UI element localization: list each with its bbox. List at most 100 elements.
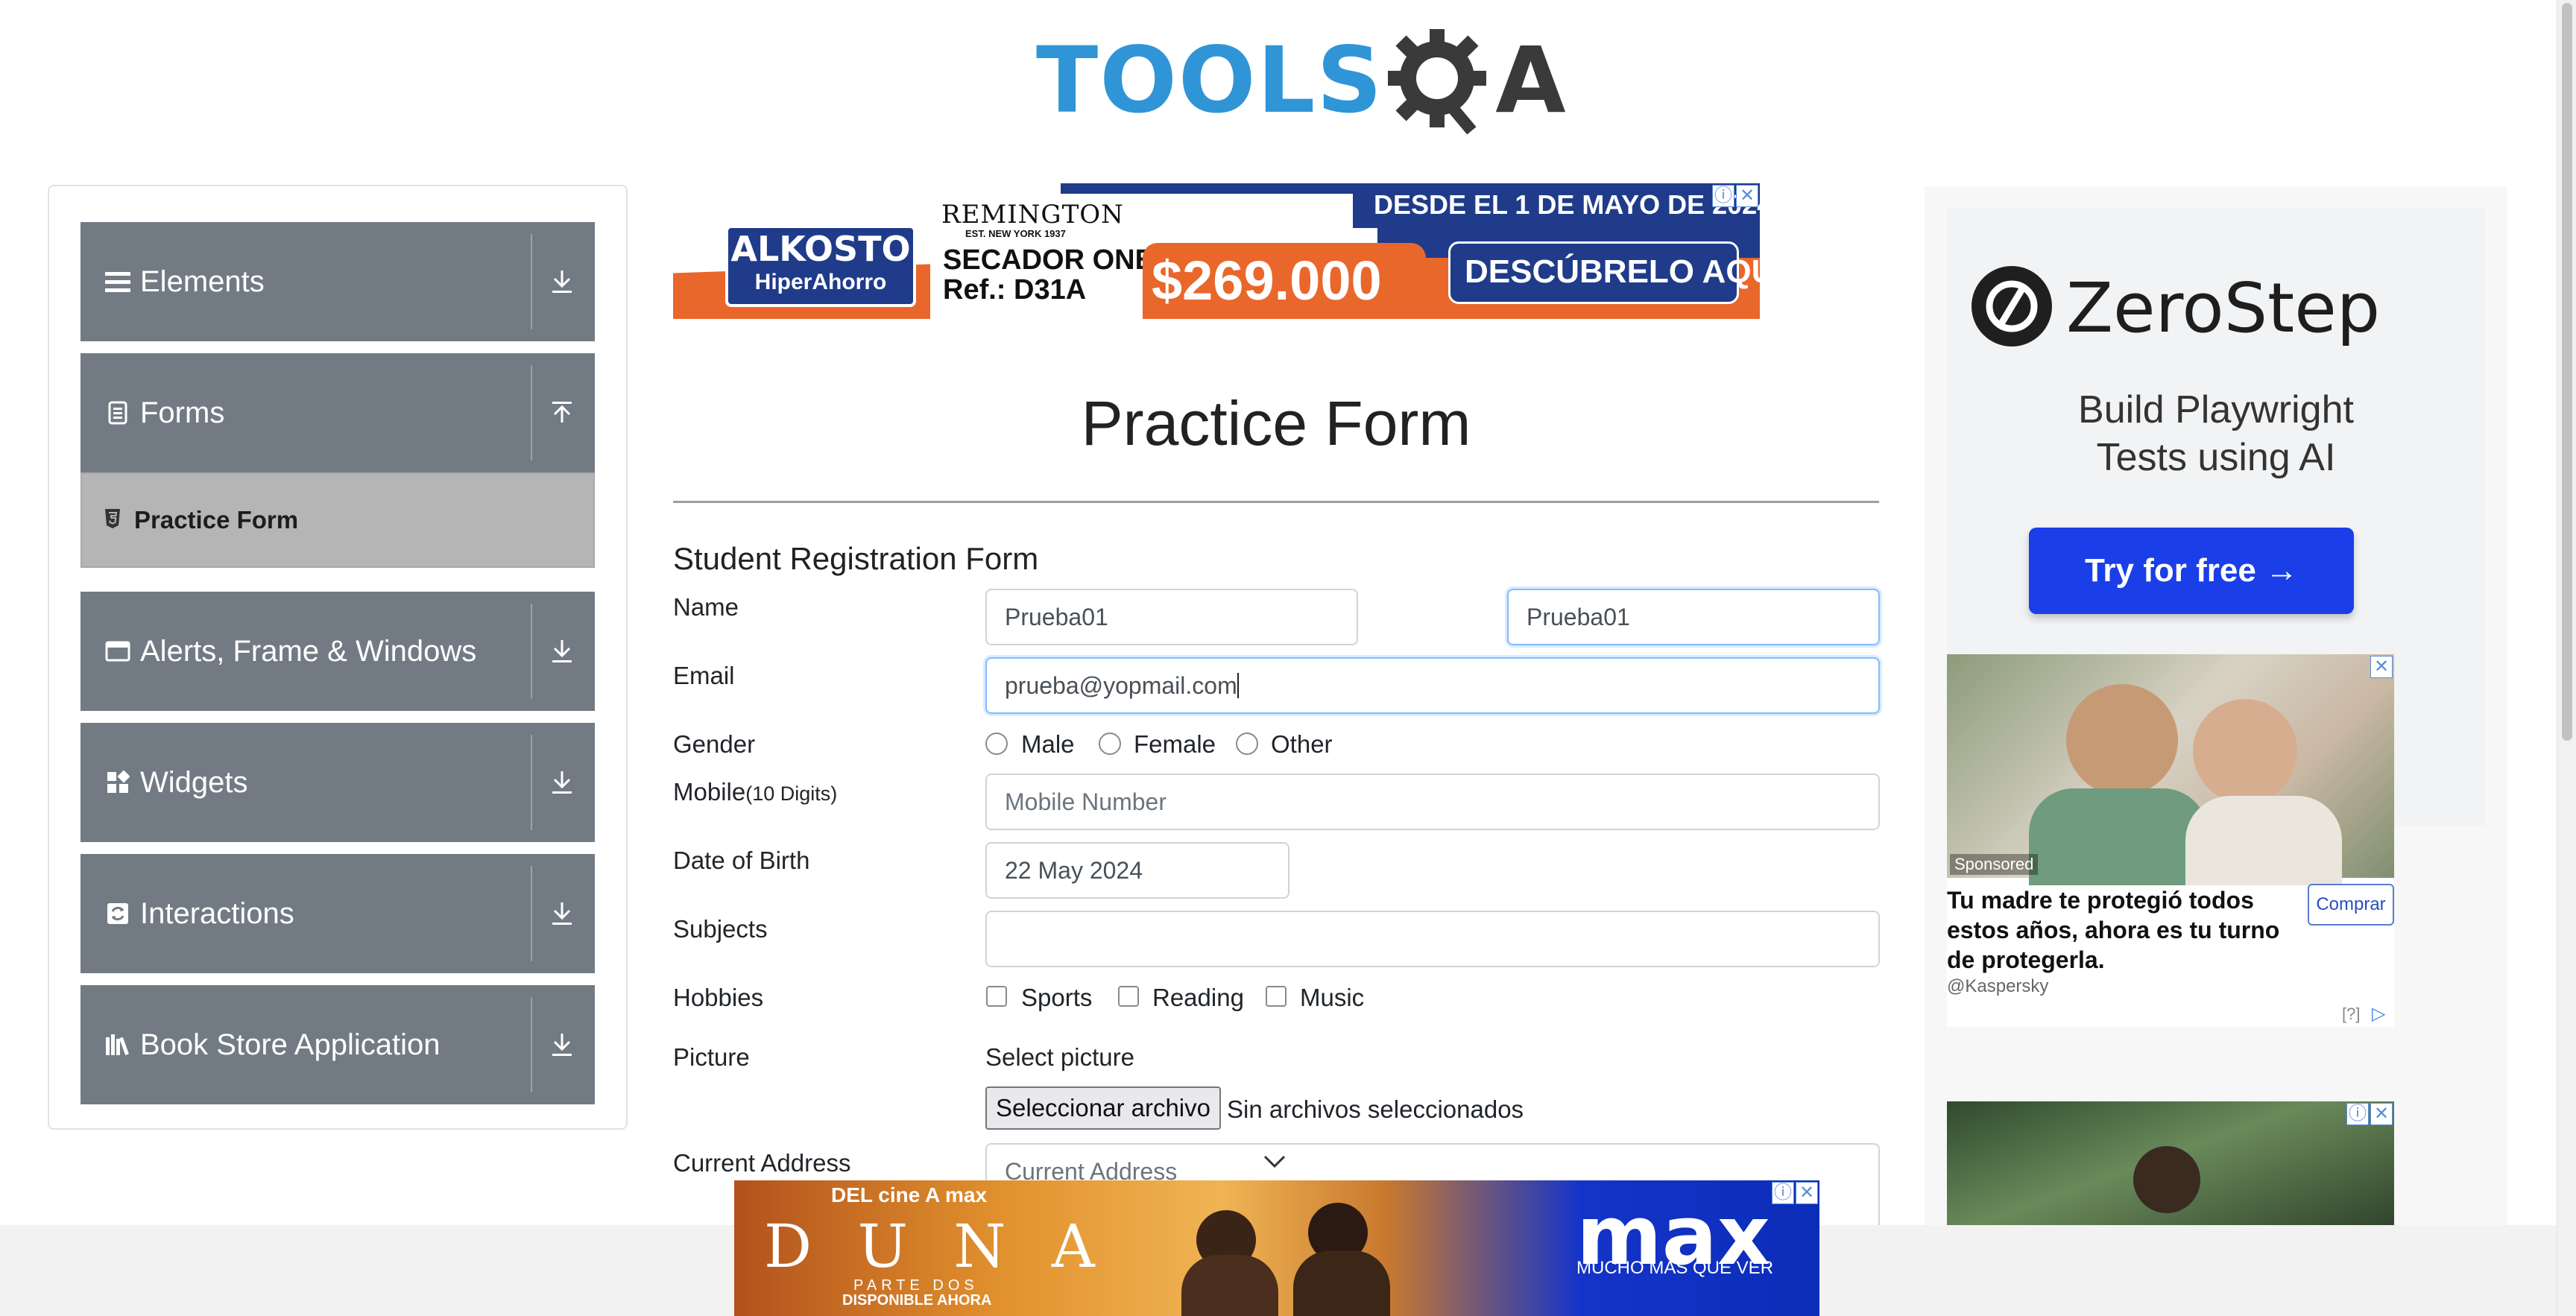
gender-option-label[interactable]: Male bbox=[1021, 730, 1075, 759]
divider bbox=[531, 997, 532, 1092]
sidebar-group-label: Alerts, Frame & Windows bbox=[140, 634, 477, 668]
ad-close-icon[interactable]: ✕ bbox=[2370, 656, 2393, 678]
sidebar-group-label: Interactions bbox=[140, 896, 294, 930]
ad-cta[interactable]: DESCÚBRELO AQUÍ bbox=[1465, 253, 1760, 291]
dob-input[interactable]: 22 May 2024 bbox=[985, 842, 1289, 899]
zerostep-cta-button[interactable]: Try for free → bbox=[2029, 528, 2354, 614]
sidebar: Elements Forms Practice Form Alerts, Fra… bbox=[48, 185, 628, 1130]
divider bbox=[531, 604, 532, 699]
download-arrow-icon[interactable] bbox=[540, 1022, 584, 1067]
ad-info-icon[interactable]: ⓘ bbox=[1772, 1182, 1794, 1204]
window-icon bbox=[103, 636, 133, 666]
zerostep-tagline-2: Tests using AI bbox=[2096, 436, 2336, 479]
chevron-down-icon bbox=[1263, 1154, 1287, 1174]
download-arrow-icon[interactable] bbox=[540, 259, 584, 304]
ad-product-ref: Ref.: D31A bbox=[943, 274, 1087, 306]
sidebar-group-widgets[interactable]: Widgets bbox=[80, 723, 595, 842]
ad-price: $269.000 bbox=[1152, 250, 1382, 311]
hobby-checkbox-reading[interactable] bbox=[1118, 986, 1139, 1007]
max-slogan: MUCHO MÁS QUE VER bbox=[1576, 1258, 1774, 1278]
form-title: Student Registration Form bbox=[673, 541, 1039, 576]
picture-label: Picture bbox=[673, 1043, 750, 1071]
sidebar-group-elements[interactable]: Elements bbox=[80, 222, 595, 341]
ad-remington: REMINGTON bbox=[941, 200, 1124, 230]
ad-product: SECADOR ONE bbox=[943, 244, 1154, 276]
bottom-banner-ad[interactable]: DEL cine A max D U N A PARTE DOS DISPONI… bbox=[734, 1180, 1819, 1316]
toolsqa-logo[interactable]: TOOLS A bbox=[1036, 21, 1566, 140]
divider bbox=[531, 866, 532, 961]
kaspersky-buy-button[interactable]: Comprar bbox=[2308, 884, 2394, 926]
subjects-label: Subjects bbox=[673, 915, 768, 943]
download-arrow-icon[interactable] bbox=[540, 760, 584, 805]
mobile-placeholder: Mobile Number bbox=[1005, 788, 1167, 815]
mobile-label-text: Mobile bbox=[673, 778, 746, 806]
scrollbar-thumb[interactable] bbox=[2562, 3, 2572, 741]
kaspersky-advertiser: @Kaspersky bbox=[1947, 976, 2049, 996]
ad-info-icon[interactable]: ⓘ bbox=[2346, 1103, 2369, 1125]
sidebar-group-alerts-frame-windows[interactable]: Alerts, Frame & Windows bbox=[80, 592, 595, 711]
hobby-checkbox-music[interactable] bbox=[1266, 986, 1287, 1007]
gender-radio-other[interactable] bbox=[1236, 733, 1258, 755]
page-scrollbar[interactable] bbox=[2557, 0, 2576, 1316]
ad-info-text[interactable]: [?] bbox=[2342, 1005, 2360, 1024]
last-name-input[interactable]: Prueba01 bbox=[1507, 589, 1880, 645]
gender-option-label[interactable]: Other bbox=[1271, 730, 1333, 759]
hamburger-icon bbox=[103, 267, 133, 297]
download-arrow-icon[interactable] bbox=[540, 629, 584, 674]
gender-option-label[interactable]: Female bbox=[1134, 730, 1216, 759]
sidebar-item-practice-form[interactable]: Practice Form bbox=[80, 472, 595, 568]
dob-label: Date of Birth bbox=[673, 847, 810, 874]
mobile-label: Mobile(10 Digits) bbox=[673, 778, 837, 806]
sidebar-group-label: Forms bbox=[140, 396, 225, 429]
logo-text: TOOLS bbox=[1036, 28, 1384, 133]
choose-file-button[interactable]: Seleccionar archivo bbox=[985, 1086, 1221, 1130]
zerostep-tagline-1: Build Playwright bbox=[2078, 388, 2354, 431]
first-name-value: Prueba01 bbox=[1005, 603, 1108, 630]
hobby-option-label[interactable]: Reading bbox=[1152, 984, 1244, 1012]
mobile-input[interactable]: Mobile Number bbox=[985, 774, 1880, 830]
hobby-option-label[interactable]: Sports bbox=[1021, 984, 1092, 1012]
ad-top-line: DEL cine A max bbox=[831, 1183, 988, 1206]
html5-icon bbox=[104, 508, 121, 533]
email-value: prueba@yopmail.com bbox=[1005, 671, 1237, 699]
logo-suffix: A bbox=[1495, 28, 1566, 133]
hobby-option-label[interactable]: Music bbox=[1300, 984, 1364, 1012]
sidebar-group-forms[interactable]: Forms bbox=[80, 353, 595, 472]
current-address-label: Current Address bbox=[673, 1149, 851, 1177]
first-name-input[interactable]: Prueba01 bbox=[985, 589, 1358, 645]
gender-radio-male[interactable] bbox=[985, 733, 1008, 755]
logo-qa-mark: A bbox=[1383, 25, 1566, 136]
gender-radio-female[interactable] bbox=[1099, 733, 1121, 755]
kaspersky-headline: Tu madre te protegió todos estos años, a… bbox=[1947, 887, 2280, 973]
sponsored-label: Sponsored bbox=[1950, 854, 2039, 875]
name-label: Name bbox=[673, 593, 739, 621]
ad-close-icon[interactable]: ✕ bbox=[2370, 1103, 2393, 1125]
mobile-hint: (10 Digits) bbox=[745, 782, 838, 805]
ad-info-icon[interactable]: ⓘ bbox=[1712, 185, 1734, 207]
top-banner-ad[interactable]: ALKOSTO HiperAhorro REMINGTON EST. NEW Y… bbox=[673, 183, 1760, 319]
last-name-value: Prueba01 bbox=[1527, 603, 1630, 630]
dune-available: DISPONIBLE AHORA bbox=[842, 1292, 992, 1309]
ad-brand-sub: HiperAhorro bbox=[728, 270, 913, 295]
sidebar-group-label: Widgets bbox=[140, 765, 248, 799]
upload-arrow-icon[interactable] bbox=[540, 390, 584, 435]
sidebar-group-interactions[interactable]: Interactions bbox=[80, 854, 595, 973]
ad-close-icon[interactable]: ✕ bbox=[1736, 185, 1758, 207]
divider bbox=[531, 234, 532, 329]
select-picture-label: Select picture bbox=[985, 1043, 1134, 1071]
ad-remington-sub: EST. NEW YORK 1937 bbox=[965, 228, 1066, 239]
adchoices-icon[interactable]: ▷ bbox=[2372, 1003, 2385, 1025]
dob-value: 22 May 2024 bbox=[1005, 856, 1143, 884]
hobby-checkbox-sports[interactable] bbox=[986, 986, 1007, 1007]
kaspersky-ad[interactable]: Sponsored ✕ Tu madre te protegió todos e… bbox=[1947, 654, 2394, 1027]
ad-date-banner: DESDE EL 1 DE MAYO DE 2024 bbox=[1374, 189, 1760, 220]
download-arrow-icon[interactable] bbox=[540, 891, 584, 936]
ad-close-icon[interactable]: ✕ bbox=[1796, 1182, 1818, 1204]
gender-label: Gender bbox=[673, 730, 756, 758]
email-input[interactable]: prueba@yopmail.com bbox=[985, 657, 1880, 714]
document-icon bbox=[103, 398, 133, 428]
sidebar-group-book-store-application[interactable]: Book Store Application bbox=[80, 985, 595, 1104]
right-sidebar-ad: ZeroStep Build Playwright Tests using AI… bbox=[1925, 186, 2507, 1274]
file-status: Sin archivos seleccionados bbox=[1227, 1095, 1524, 1123]
subjects-input[interactable] bbox=[985, 911, 1880, 967]
